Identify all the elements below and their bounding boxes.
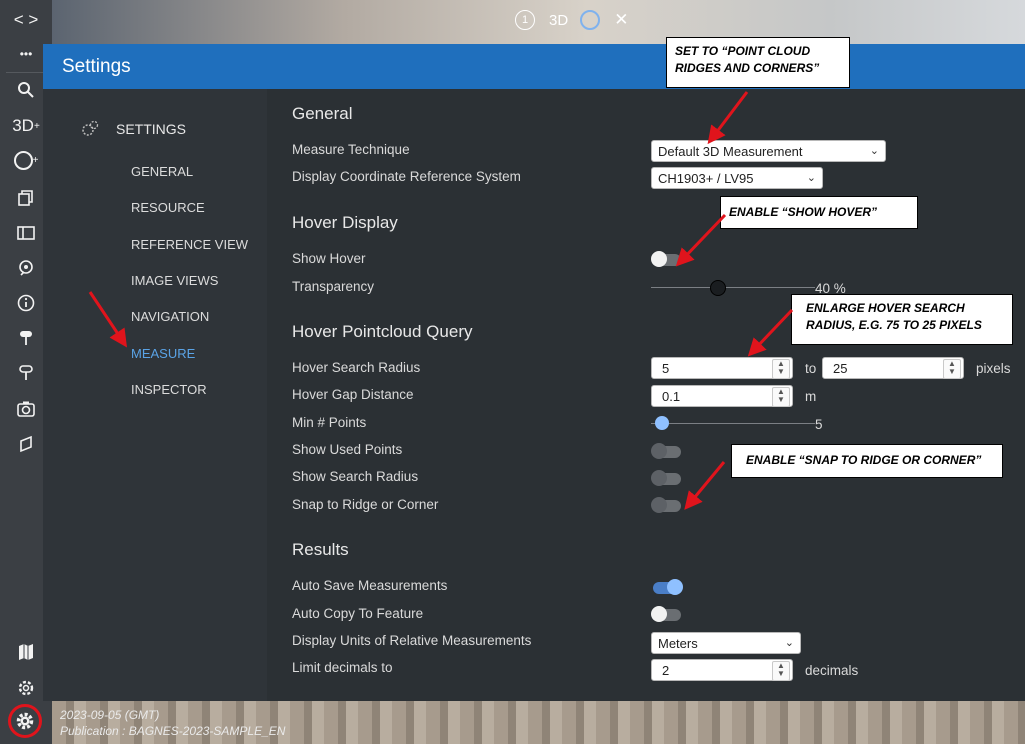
arrow-show-hover bbox=[675, 213, 727, 267]
arrow-point-cloud bbox=[707, 91, 749, 145]
arrow-measure bbox=[88, 291, 127, 348]
arrow-radius bbox=[747, 308, 794, 357]
annotation-arrows bbox=[88, 91, 794, 510]
arrow-snap bbox=[684, 461, 726, 510]
